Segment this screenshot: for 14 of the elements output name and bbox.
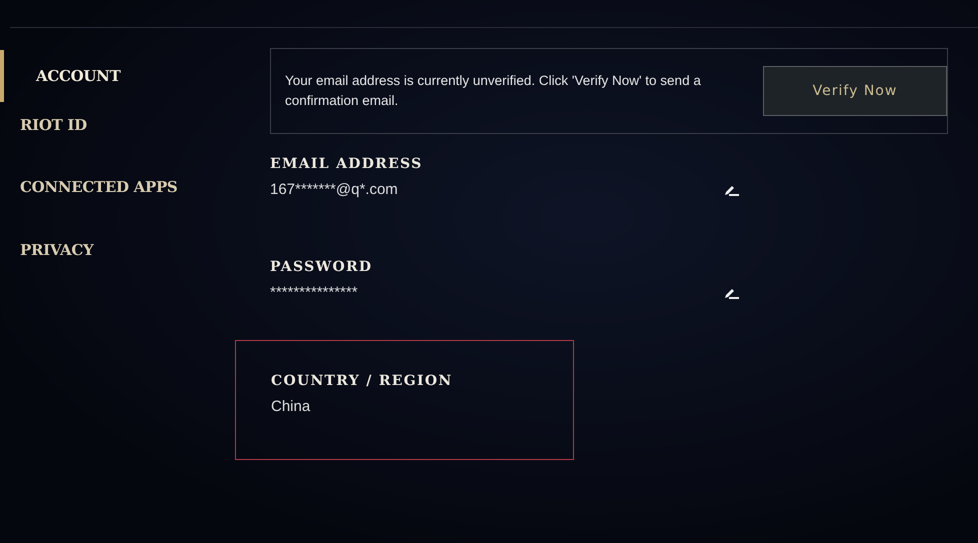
- field-value: 167*******@q*.com: [270, 181, 398, 198]
- sidebar-item[interactable]: CONNECTED APPS: [0, 175, 235, 238]
- sidebar-item[interactable]: ACCOUNT: [0, 50, 235, 102]
- sidebar-item[interactable]: PRIVACY: [0, 238, 235, 301]
- field-label: COUNTRY / REGION: [271, 373, 454, 389]
- sidebar-item[interactable]: RIOT ID: [0, 113, 235, 175]
- verify-button[interactable]: Verify Now: [763, 66, 947, 116]
- field-label: EMAIL ADDRESS: [270, 156, 424, 172]
- field-label: PASSWORD: [270, 259, 374, 275]
- edit-icon[interactable]: [724, 286, 740, 298]
- notice-text: Your email address is currently unverified. Click 'Verify Now' to send a confirmation email.: [285, 72, 702, 110]
- field-value: ***************: [270, 284, 358, 301]
- field-value: China: [271, 398, 310, 415]
- edit-icon[interactable]: [724, 184, 740, 196]
